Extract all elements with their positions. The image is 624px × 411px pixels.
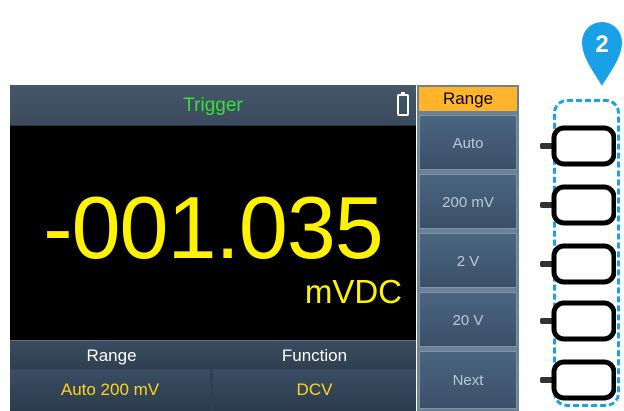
trigger-status-label: Trigger [183,95,243,116]
range-value: Auto 200 mV [10,369,210,411]
hardware-key-1[interactable] [540,125,616,167]
title-bar: Trigger [10,85,416,126]
softkey-2v[interactable]: 2 V [419,233,517,288]
softkey-200mv[interactable]: 200 mV [419,174,517,229]
range-header: Range [86,346,137,365]
measurement-reading: -001.035 [43,178,383,277]
softkey-auto[interactable]: Auto [419,115,517,170]
info-value-row: Auto 200 mV DCV [10,369,416,411]
hardware-key-4[interactable] [540,300,616,342]
battery-icon [397,92,409,116]
softkey-20v[interactable]: 20 V [419,292,517,347]
menu-title: Range [419,87,517,111]
hardware-key-2[interactable] [540,184,616,226]
measurement-unit: mVDC [304,273,402,310]
function-value: DCV [213,369,416,411]
callout-number: 2 [595,31,608,58]
hardware-key-3[interactable] [540,243,616,285]
callout-marker: 2 [580,18,624,88]
info-header-row: Range Function [10,340,416,369]
softkey-next[interactable]: Next [419,351,517,409]
function-header: Function [281,346,348,365]
map-pin-icon: 2 [582,22,622,86]
hardware-key-5[interactable] [540,359,616,401]
